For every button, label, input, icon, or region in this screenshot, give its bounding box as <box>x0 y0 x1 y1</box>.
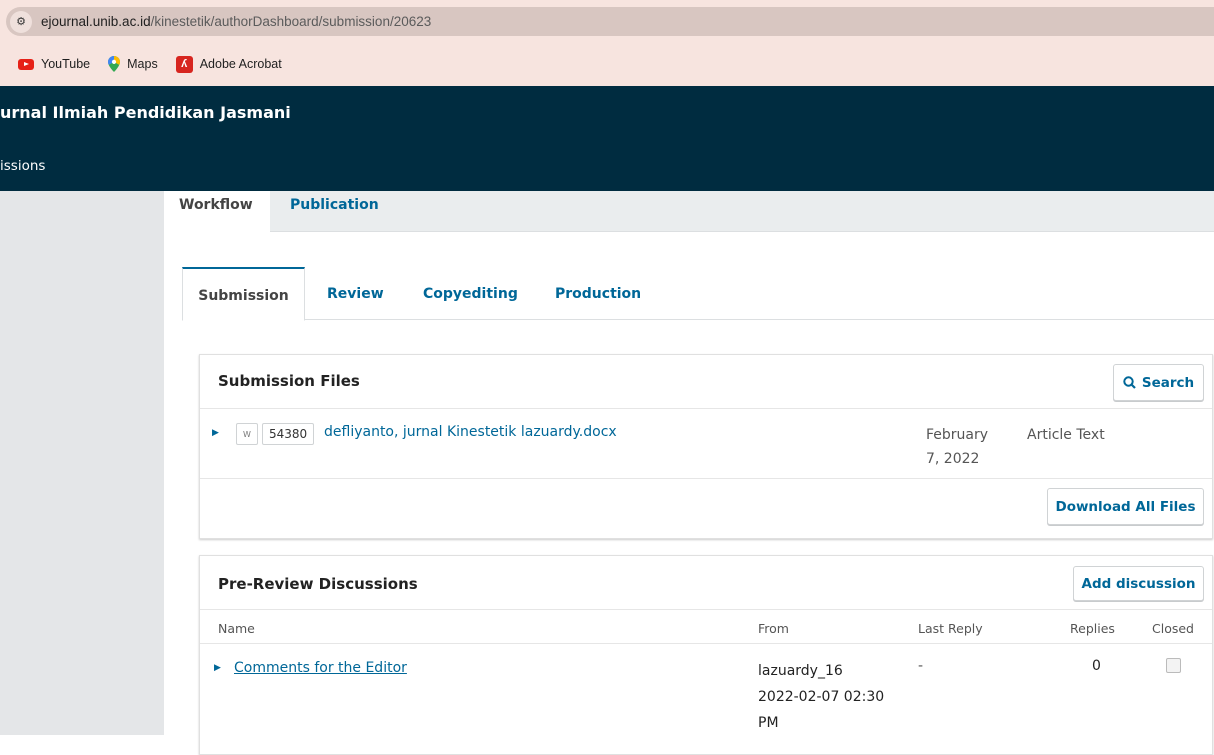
tab-copyediting[interactable]: Copyediting <box>423 267 518 320</box>
file-id: 54380 <box>262 423 315 445</box>
file-date: February 7, 2022 <box>926 423 1006 471</box>
nav-submissions[interactable]: issions <box>0 158 45 174</box>
url-field[interactable]: ⚙ ejournal.unib.ac.id/kinestetik/authorD… <box>6 7 1214 36</box>
acrobat-icon: ʎ <box>175 55 193 73</box>
file-name-link[interactable]: defliyanto, jurnal Kinestetik lazuardy.d… <box>324 424 617 440</box>
file-type: Article Text <box>1027 427 1105 443</box>
file-date-line1: February <box>926 427 989 443</box>
pre-review-discussions-panel: Pre-Review Discussions Add discussion Na… <box>199 555 1213 755</box>
closed-checkbox[interactable] <box>1166 658 1181 673</box>
discussion-table-header: Name From Last Reply Replies Closed <box>200 610 1212 644</box>
bookmark-adobe-acrobat[interactable]: ʎ Adobe Acrobat <box>175 55 282 73</box>
url-host: ejournal.unib.ac.id <box>41 14 151 29</box>
expand-triangle-icon[interactable]: ▶ <box>212 428 219 438</box>
maps-pin-icon <box>108 56 121 72</box>
sidebar <box>0 191 164 735</box>
url-text[interactable]: ejournal.unib.ac.id/kinestetik/authorDas… <box>41 14 431 29</box>
file-date-line2: 7, 2022 <box>926 451 980 467</box>
youtube-icon <box>18 58 34 70</box>
word-document-icon: W <box>236 423 258 445</box>
discussion-from: lazuardy_16 2022-02-07 02:30 PM <box>758 658 898 736</box>
search-button[interactable]: Search <box>1113 364 1204 401</box>
replies-count: 0 <box>1092 658 1101 674</box>
bookmarks-bar: YouTube Maps ʎ Adobe Acrobat <box>0 42 1214 86</box>
column-from: From <box>758 621 789 636</box>
tab-production[interactable]: Production <box>555 267 641 320</box>
tab-publication[interactable]: Publication <box>290 191 379 232</box>
stage-tabs: Submission Review Copyediting Production <box>182 267 1214 321</box>
site-header: urnal Ilmiah Pendidikan Jasmani issions <box>0 86 1214 191</box>
workflow-tabs: Workflow Publication <box>164 191 1214 233</box>
column-name: Name <box>218 621 255 636</box>
panel-header: Submission Files Search <box>200 355 1212 409</box>
file-row: ▶ W 54380 defliyanto, jurnal Kinestetik … <box>200 409 1212 479</box>
add-discussion-button[interactable]: Add discussion <box>1073 566 1204 601</box>
last-reply: - <box>918 658 924 674</box>
from-time: PM <box>758 715 779 731</box>
tab-workflow[interactable]: Workflow <box>164 191 270 233</box>
column-replies: Replies <box>1070 621 1115 636</box>
from-date: 2022-02-07 02:30 <box>758 689 885 705</box>
submission-files-panel: Submission Files Search ▶ W 54380 defliy… <box>199 354 1213 539</box>
site-info-icon[interactable]: ⚙ <box>10 10 32 33</box>
download-all-files-button[interactable]: Download All Files <box>1047 488 1204 525</box>
column-closed: Closed <box>1152 621 1194 636</box>
bookmark-label: YouTube <box>41 57 91 71</box>
tab-submission[interactable]: Submission <box>182 267 305 321</box>
from-user: lazuardy_16 <box>758 663 843 679</box>
bookmark-youtube[interactable]: YouTube <box>18 57 90 71</box>
search-label: Search <box>1141 374 1195 391</box>
journal-name[interactable]: urnal Ilmiah Pendidikan Jasmani <box>0 103 291 122</box>
panel-title: Submission Files <box>218 372 360 390</box>
panel-header: Pre-Review Discussions Add discussion <box>200 556 1212 610</box>
bookmark-maps[interactable]: Maps <box>108 56 158 72</box>
discussion-link[interactable]: Comments for the Editor <box>234 660 407 676</box>
expand-triangle-icon[interactable]: ▶ <box>214 663 221 673</box>
main-content: Workflow Publication Submission Review C… <box>164 191 1214 755</box>
bookmark-label: Maps <box>127 57 158 71</box>
url-path: /kinestetik/authorDashboard/submission/2… <box>150 14 432 29</box>
column-last-reply: Last Reply <box>918 621 983 636</box>
tab-review[interactable]: Review <box>327 267 384 320</box>
discussion-row: ▶ Comments for the Editor lazuardy_16 20… <box>200 645 1212 745</box>
panel-title: Pre-Review Discussions <box>218 575 418 593</box>
browser-address-bar: ⚙ ejournal.unib.ac.id/kinestetik/authorD… <box>0 0 1214 42</box>
search-icon <box>1123 376 1136 389</box>
bookmark-label: Adobe Acrobat <box>199 57 282 71</box>
